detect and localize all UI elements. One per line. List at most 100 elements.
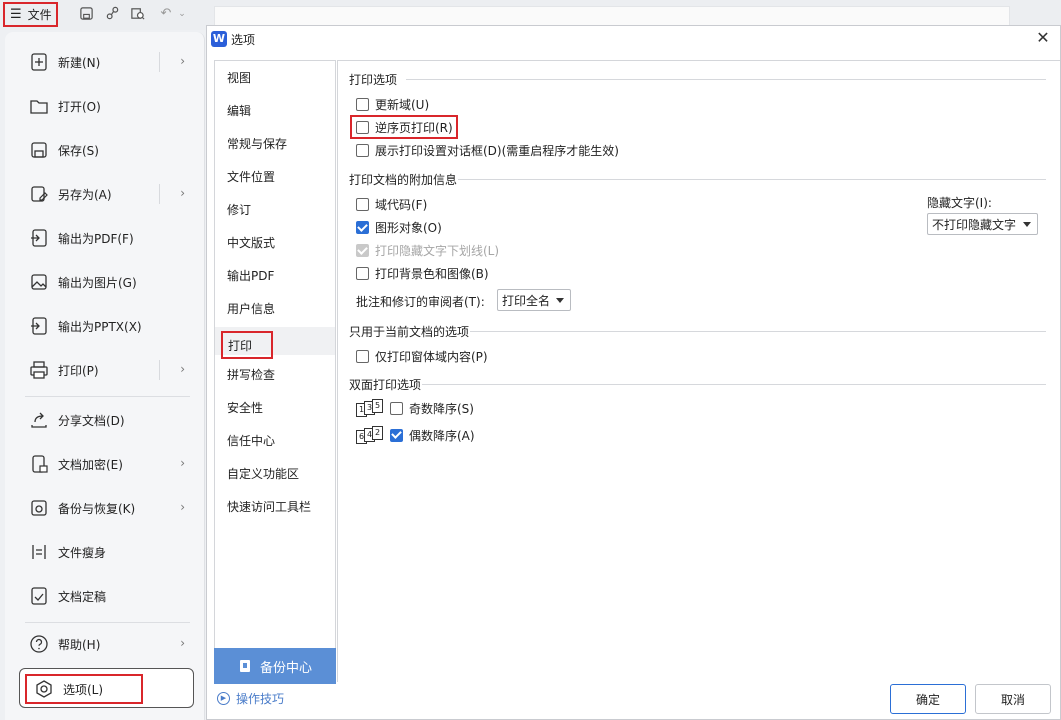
menu-item-label: 文档定稿 [58, 589, 107, 604]
section-divider [406, 79, 1046, 80]
nav-item-spelling[interactable]: 拼写检查 [215, 360, 335, 388]
wps-logo-icon: W [211, 31, 227, 47]
checkbox-box-checked[interactable] [356, 221, 369, 234]
nav-item-print[interactable]: 打印 [221, 331, 273, 359]
menu-item-new[interactable]: 新建(N) › [20, 44, 195, 80]
nav-item-chinese-layout[interactable]: 中文版式 [215, 228, 335, 256]
checkbox-background[interactable]: 打印背景色和图像(B) [356, 265, 489, 282]
nav-item-file-location[interactable]: 文件位置 [215, 162, 335, 190]
nav-item-general-save[interactable]: 常规与保存 [215, 129, 335, 157]
nav-item-user-info[interactable]: 用户信息 [215, 294, 335, 322]
chevron-right-icon[interactable]: › [180, 636, 185, 650]
reviewer-select[interactable]: 打印全名 [497, 289, 571, 311]
menu-item-open[interactable]: 打开(O) [20, 88, 195, 124]
backup-icon [28, 497, 50, 519]
play-icon: ▶ [217, 692, 230, 705]
menu-item-backup[interactable]: 备份与恢复(K) › [20, 490, 195, 526]
backup-center-button[interactable]: 备份中心 [214, 648, 336, 684]
backup-doc-icon [239, 660, 250, 672]
chevron-right-icon[interactable]: › [180, 186, 185, 200]
menu-item-print[interactable]: 打印(P) › [20, 352, 195, 388]
nav-item-quick-access[interactable]: 快速访问工具栏 [215, 492, 335, 520]
menu-item-label: 文档加密(E) [58, 457, 123, 472]
checkbox-box[interactable] [356, 98, 369, 111]
menu-item-save[interactable]: 保存(S) [20, 132, 195, 168]
tips-link[interactable]: ▶ 操作技巧 [217, 690, 284, 707]
share-icon[interactable] [104, 6, 120, 22]
options-highlight[interactable]: 选项(L) [25, 674, 143, 704]
checkbox-label: 打印背景色和图像(B) [375, 267, 489, 281]
options-dialog: W 选项 ✕ 视图 编辑 常规与保存 文件位置 修订 中文版式 输出PDF 用户… [206, 25, 1061, 720]
checkbox-label: 图形对象(O) [375, 221, 442, 235]
menu-item-label: 打开(O) [58, 99, 101, 114]
reviewer-label: 批注和修订的审阅者(T): [356, 295, 485, 309]
menu-item-label: 帮助(H) [58, 637, 101, 652]
search-doc-icon[interactable] [129, 6, 145, 22]
checkbox-update-fields[interactable]: 更新域(U) [356, 96, 429, 113]
menu-item-label: 另存为(A) [58, 187, 112, 202]
reverse-print-highlight [350, 115, 458, 139]
undo-dropdown-icon[interactable]: ⌄ [174, 6, 190, 22]
menu-item-encrypt[interactable]: 文档加密(E) › [20, 446, 195, 482]
section-title-extra-info: 打印文档的附加信息 [349, 173, 458, 187]
menu-item-export-image[interactable]: 输出为图片(G) [20, 264, 195, 300]
ok-button[interactable]: 确定 [890, 684, 966, 714]
tips-label: 操作技巧 [236, 692, 285, 706]
close-icon[interactable]: ✕ [1034, 29, 1052, 47]
nav-item-trust-center[interactable]: 信任中心 [215, 426, 335, 454]
backup-center-label: 备份中心 [259, 660, 312, 676]
chevron-right-icon[interactable]: › [180, 500, 185, 514]
chevron-right-icon[interactable]: › [180, 456, 185, 470]
checkbox-label: 域代码(F) [375, 198, 428, 212]
menu-item-slim[interactable]: 文件瘦身 [20, 534, 195, 570]
checkbox-box[interactable] [356, 198, 369, 211]
nav-item-edit[interactable]: 编辑 [215, 96, 335, 124]
menu-item-share[interactable]: 分享文档(D) [20, 402, 195, 438]
nav-item-output-pdf[interactable]: 输出PDF [215, 261, 335, 289]
checkbox-odd-descending[interactable]: 1 3 5 奇数降序(S) [356, 399, 474, 417]
cancel-button[interactable]: 取消 [975, 684, 1051, 714]
checkbox-label: 展示打印设置对话框(D)(需重启程序才能生效) [375, 144, 619, 158]
nav-item-customize-ribbon[interactable]: 自定义功能区 [215, 459, 335, 487]
checkbox-field-codes[interactable]: 域代码(F) [356, 196, 427, 213]
checkbox-even-descending[interactable]: 6 4 2 偶数降序(A) [356, 426, 475, 444]
chevron-right-icon[interactable]: › [180, 362, 185, 376]
menu-item-help[interactable]: 帮助(H) › [20, 626, 195, 662]
hidden-text-select[interactable]: 不打印隐藏文字 [927, 213, 1038, 235]
menu-item-save-as[interactable]: 另存为(A) › [20, 176, 195, 212]
checkbox-graphic-objects[interactable]: 图形对象(O) [356, 219, 442, 236]
menu-item-label: 新建(N) [58, 55, 101, 70]
nav-item-revision[interactable]: 修订 [215, 195, 335, 223]
file-menu-label: 文件 [27, 8, 52, 22]
checkbox-show-print-dialog[interactable]: 展示打印设置对话框(D)(需重启程序才能生效) [356, 142, 619, 159]
menu-item-label: 分享文档(D) [58, 413, 125, 428]
checkbox-box[interactable] [390, 401, 403, 415]
checkbox-box[interactable] [356, 144, 369, 157]
reviewer-value: 打印全名 [502, 293, 551, 308]
menu-item-finalize[interactable]: 文档定稿 [20, 578, 195, 614]
menu-item-export-pdf[interactable]: 输出为PDF(F) [20, 220, 195, 256]
checkbox-box[interactable] [356, 267, 369, 280]
checkbox-box-disabled [356, 244, 369, 257]
menu-divider [25, 622, 190, 623]
checkbox-box-checked[interactable] [390, 428, 403, 442]
menu-item-export-pptx[interactable]: 输出为PPTX(X) [20, 308, 195, 344]
section-divider [422, 384, 1046, 385]
dropdown-caret-icon [556, 298, 564, 303]
section-title-print-options: 打印选项 [349, 73, 398, 87]
menu-separator [159, 184, 160, 204]
odd-pages-icon: 1 3 5 [356, 399, 386, 417]
undo-icon[interactable]: ↶ [158, 6, 174, 22]
nav-item-security[interactable]: 安全性 [215, 393, 335, 421]
dialog-titlebar: W 选项 ✕ [207, 26, 1060, 52]
gear-icon [33, 678, 55, 700]
nav-item-view[interactable]: 视图 [215, 63, 335, 91]
save-icon[interactable] [78, 6, 94, 22]
hidden-text-label: 隐藏文字(I): [927, 196, 992, 210]
export-image-icon [28, 271, 50, 293]
checkbox-label: 打印隐藏文字下划线(L) [375, 244, 500, 258]
checkbox-box[interactable] [356, 350, 369, 363]
file-menu-button[interactable]: ☰ 文件 [3, 2, 58, 27]
chevron-right-icon[interactable]: › [180, 54, 185, 68]
checkbox-form-fields-only[interactable]: 仅打印窗体域内容(P) [356, 348, 488, 365]
